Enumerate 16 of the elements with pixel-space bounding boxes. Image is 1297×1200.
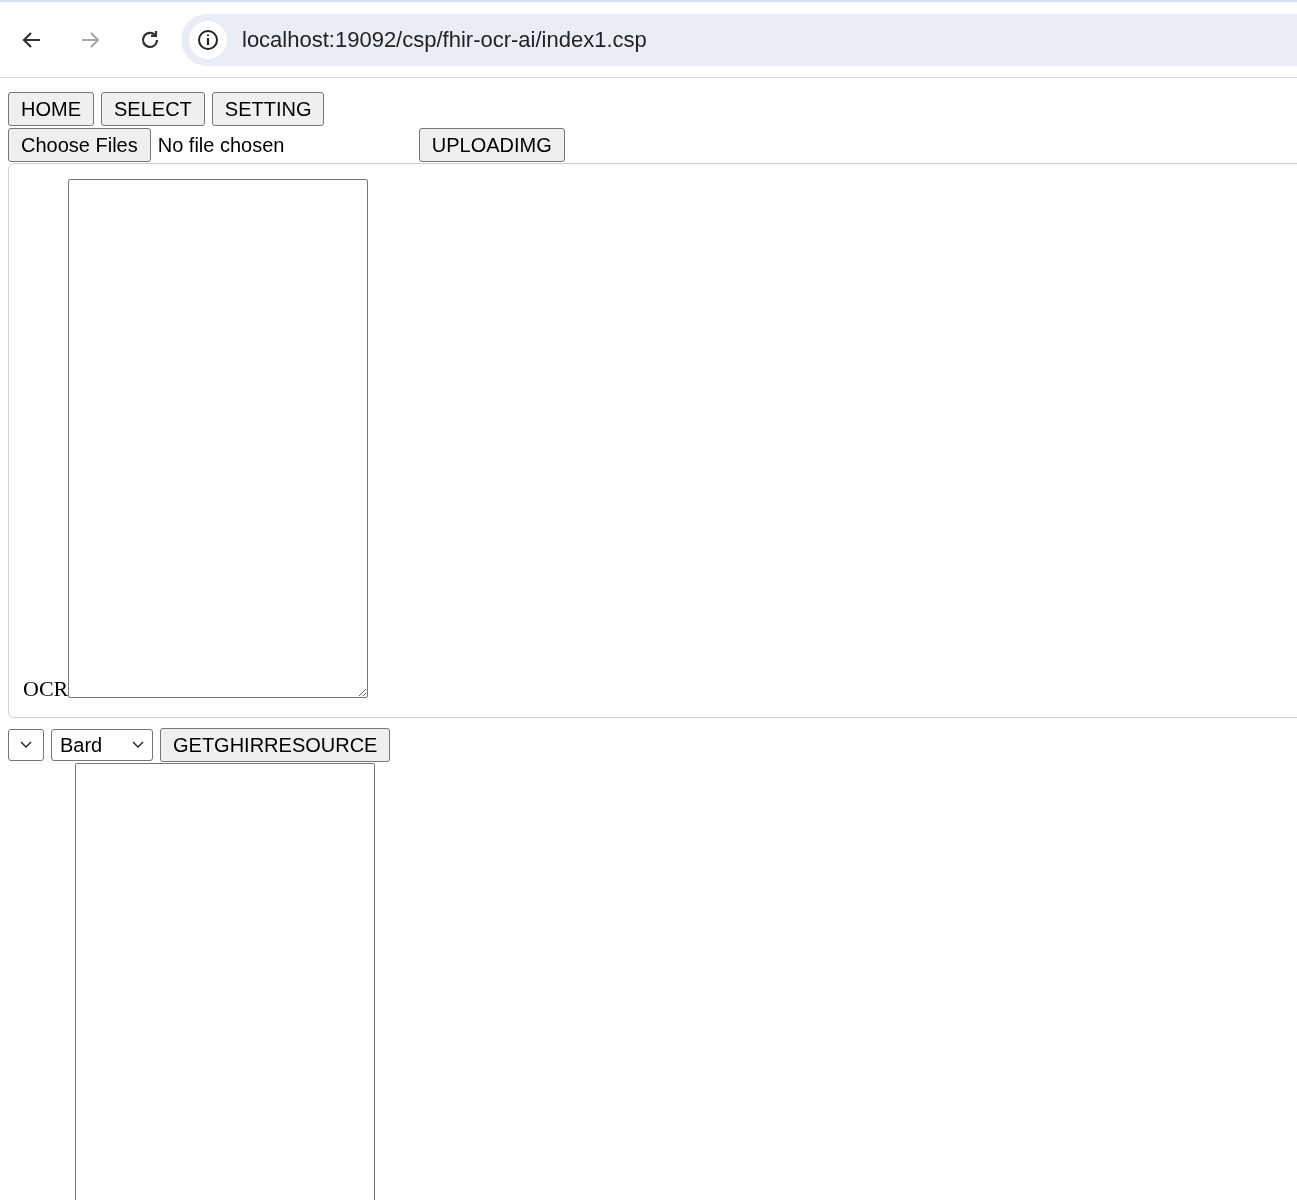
- dropdown-value: Bard: [60, 733, 103, 758]
- choose-files-button[interactable]: Choose Files: [8, 128, 151, 162]
- ocr-label: OCR: [23, 678, 69, 700]
- upload-button[interactable]: UPLOADIMG: [418, 128, 565, 162]
- dropdown[interactable]: [8, 729, 44, 761]
- nav-button[interactable]: HOME: [8, 92, 94, 126]
- file-status: No file chosen: [157, 133, 286, 158]
- nav-button[interactable]: SELECT: [101, 92, 205, 126]
- info-icon[interactable]: [189, 20, 227, 59]
- nav-button[interactable]: SETTING: [211, 92, 325, 126]
- caret-icon: [132, 741, 144, 749]
- get-resource-button[interactable]: GETGHIRRESOURCE: [160, 728, 391, 762]
- model-dropdown[interactable]: Bard: [51, 729, 153, 761]
- address-bar[interactable]: localhost:19092/csp/fhir-ocr-ai/index1.csp: [181, 13, 1297, 66]
- url-text: localhost:19092/csp/fhir-ocr-ai/index1.csp: [242, 26, 647, 54]
- caret-icon: [20, 741, 32, 749]
